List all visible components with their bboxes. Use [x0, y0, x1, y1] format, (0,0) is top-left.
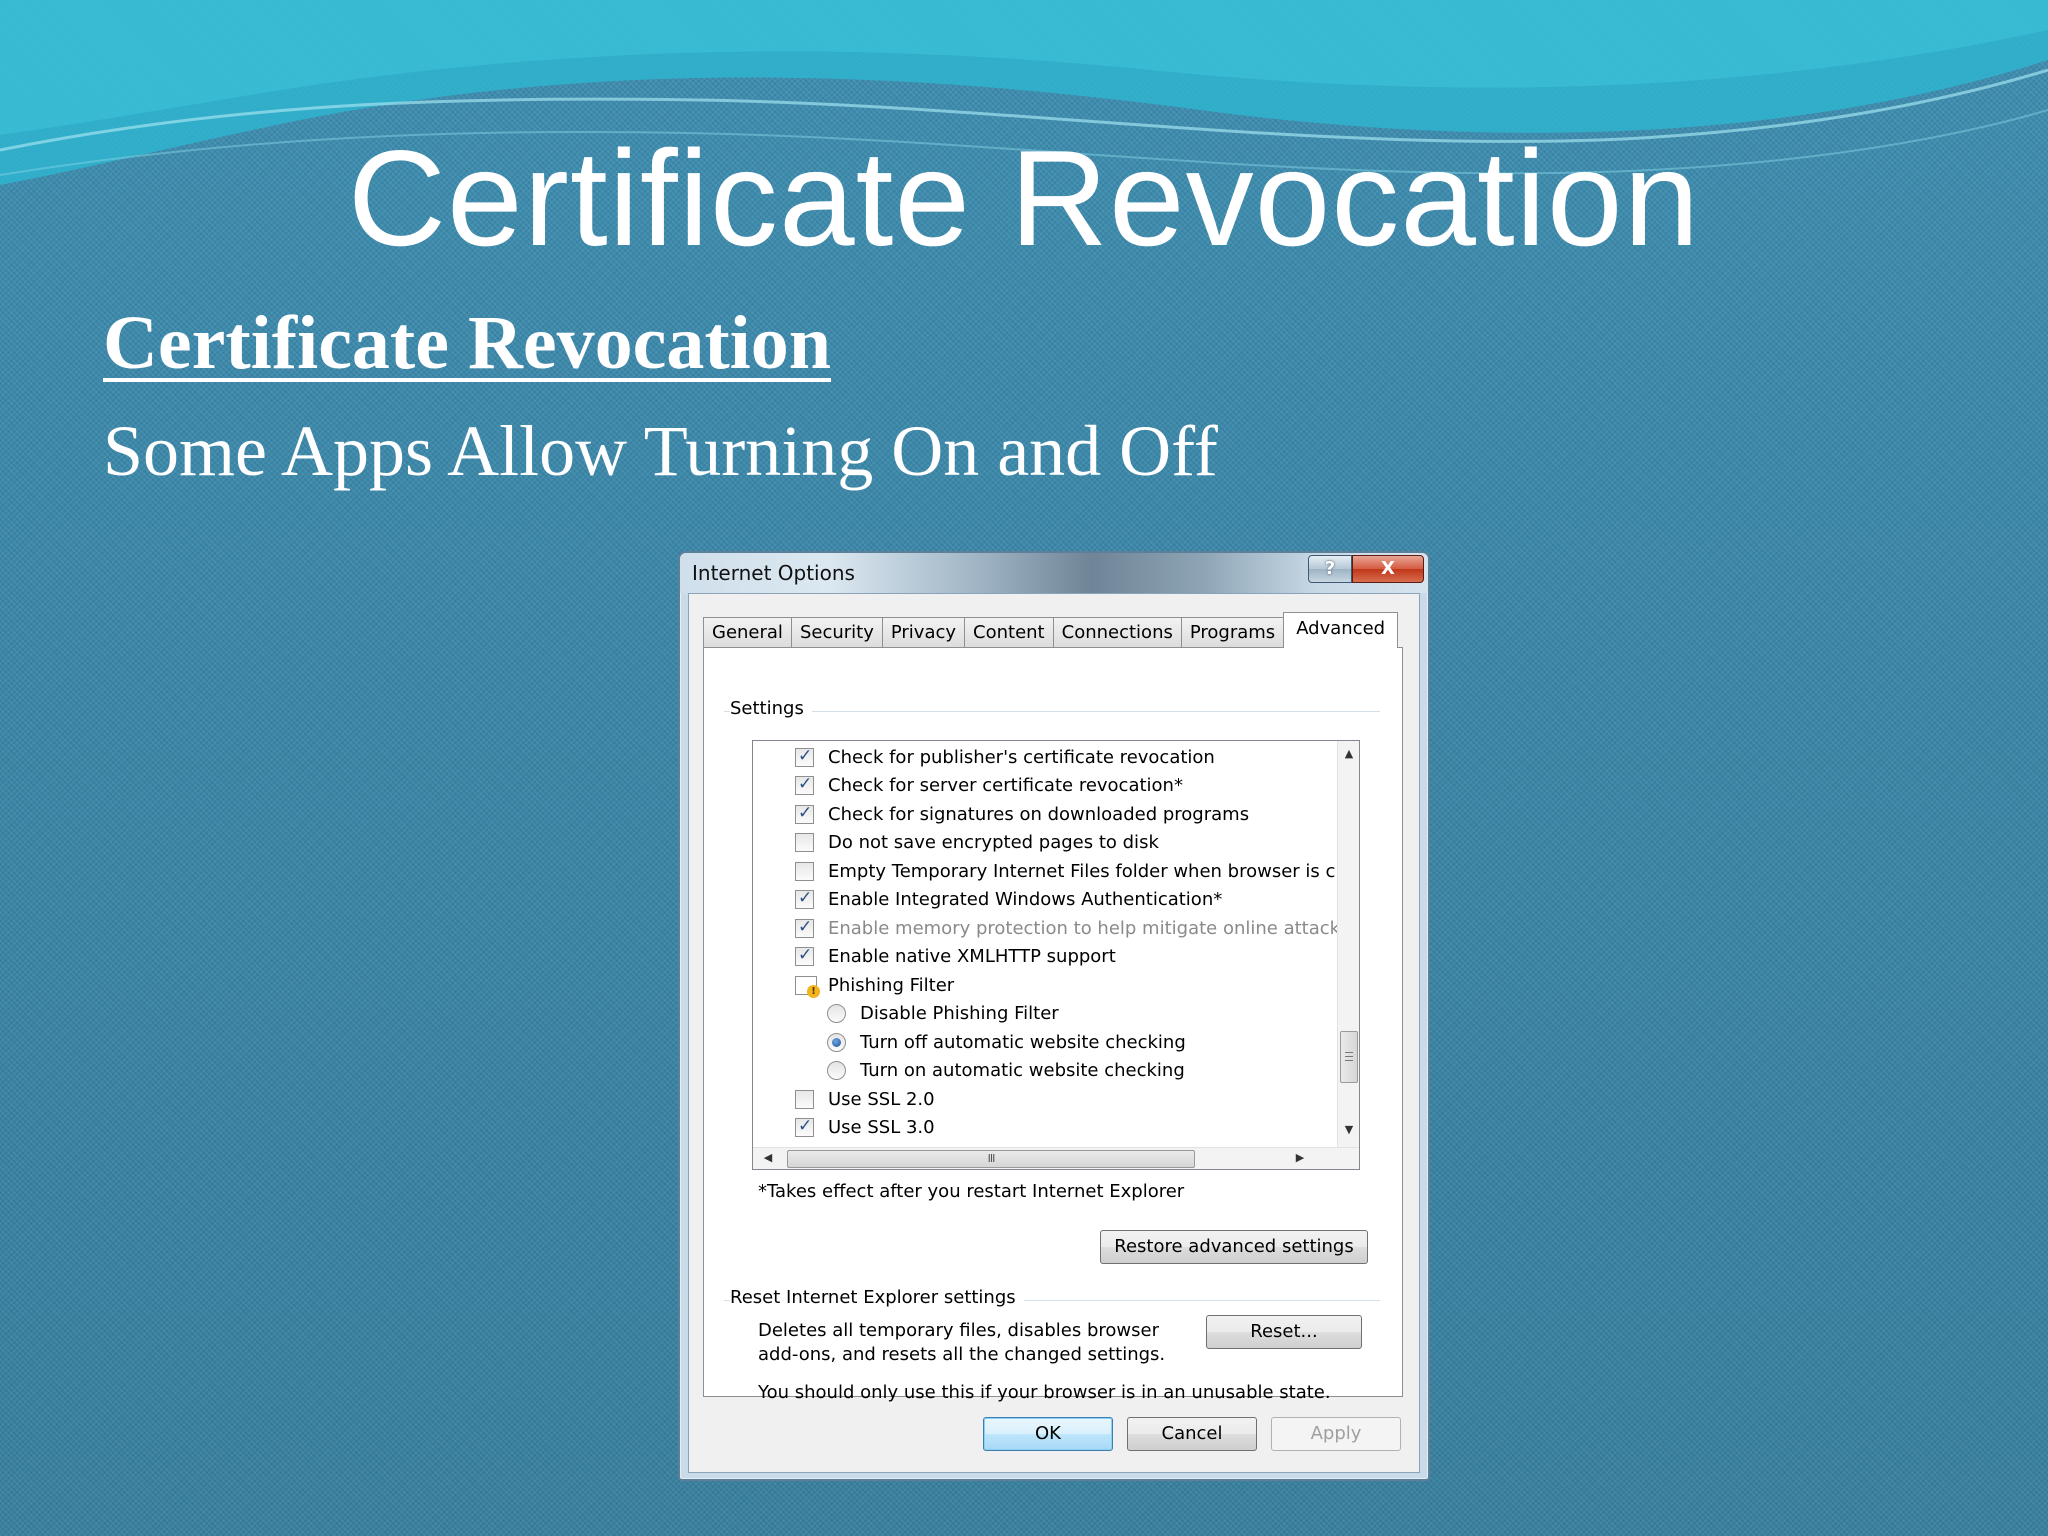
settings-group-header: Phishing Filter	[795, 971, 954, 999]
settings-radio-option[interactable]: Disable Phishing Filter	[827, 1000, 1059, 1028]
scroll-right-icon[interactable]: ▶	[1289, 1151, 1311, 1164]
dialog-client-area: General Security Privacy Content Connect…	[688, 593, 1420, 1473]
settings-option-label: Turn off automatic website checking	[860, 1031, 1186, 1053]
checkbox-checked-icon[interactable]	[795, 917, 814, 938]
tab-connections[interactable]: Connections	[1052, 617, 1182, 648]
settings-option-label: Do not save encrypted pages to disk	[828, 832, 1159, 853]
settings-checkbox-option[interactable]: Do not save encrypted pages to disk	[795, 829, 1159, 857]
settings-group-line	[724, 711, 1380, 712]
checkbox-unchecked-icon[interactable]	[795, 861, 814, 881]
settings-radio-option[interactable]: Turn on automatic website checking	[827, 1057, 1185, 1085]
restore-advanced-settings-button[interactable]: Restore advanced settings	[1100, 1230, 1368, 1264]
settings-checkbox-option[interactable]: Use SSL 2.0	[795, 1085, 935, 1113]
reset-description-line2: add-ons, and resets all the changed sett…	[758, 1344, 1166, 1365]
vertical-scroll-thumb[interactable]	[1340, 1031, 1358, 1083]
reset-warning: You should only use this if your browser…	[758, 1382, 1331, 1403]
tab-privacy[interactable]: Privacy	[881, 617, 966, 648]
apply-button[interactable]: Apply	[1271, 1417, 1401, 1451]
settings-radio-option[interactable]: Turn off automatic website checking	[827, 1028, 1186, 1056]
slide-heading: Certificate Revocation	[103, 301, 832, 385]
horizontal-scrollbar[interactable]: ◀ III ▶	[753, 1147, 1359, 1169]
settings-option-label: Enable memory protection to help mitigat…	[828, 917, 1350, 939]
checkbox-checked-icon[interactable]	[795, 1116, 814, 1137]
tab-advanced[interactable]: Advanced	[1283, 612, 1399, 648]
help-button[interactable]: ?	[1308, 555, 1352, 583]
slide-subtitle: Some Apps Allow Turning On and Off	[103, 411, 1218, 491]
tab-strip: General Security Privacy Content Connect…	[703, 612, 1399, 648]
cancel-button[interactable]: Cancel	[1127, 1417, 1257, 1451]
tab-programs[interactable]: Programs	[1180, 617, 1285, 648]
settings-option-label: Check for publisher's certificate revoca…	[828, 746, 1215, 768]
settings-group-label: Settings	[730, 698, 812, 719]
reset-button[interactable]: Reset...	[1206, 1315, 1362, 1349]
radio-selected-icon[interactable]	[827, 1032, 846, 1052]
shield-warning-icon	[795, 975, 820, 998]
reset-group-label: Reset Internet Explorer settings	[730, 1287, 1024, 1308]
settings-checkbox-option[interactable]: Check for signatures on downloaded progr…	[795, 800, 1249, 828]
settings-list[interactable]: Check for publisher's certificate revoca…	[752, 740, 1360, 1170]
dialog-title: Internet Options	[692, 561, 855, 585]
checkbox-unchecked-icon[interactable]	[795, 1089, 814, 1109]
settings-checkbox-option[interactable]: Check for publisher's certificate revoca…	[795, 743, 1215, 771]
settings-option-label: Phishing Filter	[828, 974, 955, 996]
checkbox-checked-icon[interactable]	[795, 945, 814, 966]
slide-title: Certificate Revocation	[347, 122, 1701, 274]
checkbox-checked-icon[interactable]	[795, 888, 814, 909]
horizontal-scroll-thumb[interactable]: III	[787, 1150, 1195, 1168]
scroll-up-icon[interactable]: ▲	[1338, 747, 1359, 760]
settings-option-label: Use SSL 2.0	[828, 1088, 935, 1110]
radio-unselected-icon[interactable]	[827, 1061, 846, 1080]
tab-security[interactable]: Security	[790, 617, 883, 648]
settings-option-label: Turn on automatic website checking	[860, 1060, 1185, 1081]
settings-option-label: Check for server certificate revocation*	[828, 775, 1183, 796]
close-button[interactable]: X	[1352, 555, 1424, 583]
settings-checkbox-option[interactable]: Check for server certificate revocation*	[795, 772, 1183, 800]
settings-option-label: Disable Phishing Filter	[860, 1003, 1059, 1024]
vertical-scrollbar[interactable]: ▲ ▼	[1337, 741, 1359, 1147]
settings-option-label: Empty Temporary Internet Files folder wh…	[828, 860, 1352, 882]
settings-checkbox-option[interactable]: Enable Integrated Windows Authentication…	[795, 886, 1222, 914]
internet-options-dialog: Internet Options ? X General Security Pr…	[678, 551, 1430, 1481]
restart-note: *Takes effect after you restart Internet…	[758, 1181, 1185, 1202]
reset-description-line1: Deletes all temporary files, disables br…	[758, 1320, 1159, 1341]
radio-unselected-icon[interactable]	[827, 1004, 846, 1023]
settings-checkbox-option[interactable]: Enable memory protection to help mitigat…	[795, 914, 1349, 942]
settings-checkbox-option[interactable]: Use SSL 3.0	[795, 1114, 935, 1142]
scroll-left-icon[interactable]: ◀	[757, 1151, 779, 1164]
settings-checkbox-option[interactable]: Empty Temporary Internet Files folder wh…	[795, 857, 1351, 885]
settings-checkbox-option[interactable]: Enable native XMLHTTP support	[795, 943, 1116, 971]
checkbox-unchecked-icon[interactable]	[795, 833, 814, 852]
tab-general[interactable]: General	[703, 617, 792, 648]
ok-button[interactable]: OK	[983, 1417, 1113, 1451]
settings-option-label: Check for signatures on downloaded progr…	[828, 803, 1250, 825]
tab-content[interactable]: Content	[964, 617, 1054, 648]
settings-option-label: Use SSL 3.0	[828, 1117, 935, 1138]
settings-option-label: Enable Integrated Windows Authentication…	[828, 889, 1223, 910]
scroll-down-icon[interactable]: ▼	[1338, 1123, 1359, 1136]
dialog-titlebar[interactable]: Internet Options ? X	[680, 553, 1428, 593]
checkbox-checked-icon[interactable]	[795, 746, 814, 767]
checkbox-checked-icon[interactable]	[795, 803, 814, 824]
checkbox-checked-icon[interactable]	[795, 774, 814, 795]
settings-option-label: Enable native XMLHTTP support	[828, 946, 1116, 967]
advanced-tab-page: Settings Check for publisher's certifica…	[703, 647, 1403, 1403]
